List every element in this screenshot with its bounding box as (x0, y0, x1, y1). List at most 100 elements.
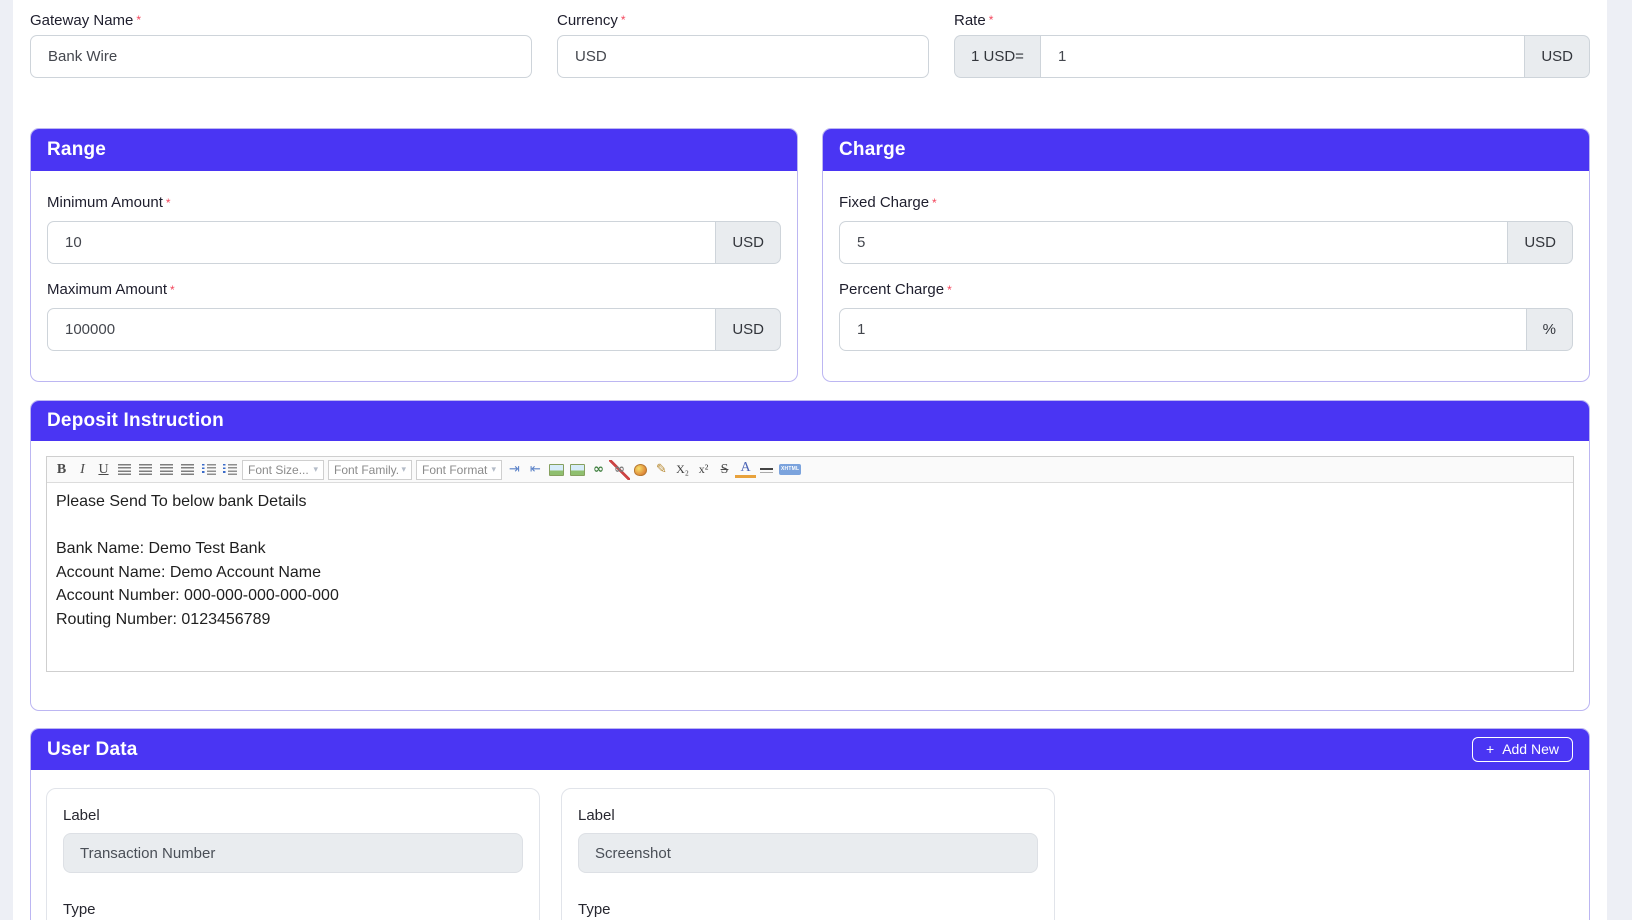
percent-charge-input[interactable] (839, 308, 1527, 351)
fixed-charge-label: Fixed Charge* (839, 193, 1573, 213)
color-palette-icon[interactable] (630, 460, 651, 480)
required-asterisk: * (136, 13, 141, 27)
italic-icon[interactable]: I (72, 460, 93, 480)
rich-text-editor: B I U Font Size... ▾ Font Family.▾ Font F… (46, 456, 1574, 672)
subscript-icon[interactable]: X₂ (672, 460, 693, 480)
percent-charge-group: % (839, 308, 1573, 351)
minimum-amount-group: USD (47, 221, 781, 264)
xhtml-source-icon[interactable]: XHTML (779, 464, 801, 475)
maximum-amount-field: Maximum Amount* USD (47, 280, 781, 351)
percent-charge-suffix: % (1527, 308, 1573, 351)
editor-line: Please Send To below bank Details (56, 490, 1564, 514)
maximum-amount-label: Maximum Amount* (47, 280, 781, 300)
rate-input[interactable] (1040, 35, 1525, 78)
font-size-select[interactable]: Font Size... ▾ (242, 460, 324, 480)
deposit-instruction-card: Deposit Instruction B I U Font Size... ▾ (30, 400, 1590, 711)
user-data-body: Label Type Label Type (31, 770, 1589, 920)
add-new-button[interactable]: + Add New (1472, 737, 1573, 762)
label-text: Currency (557, 12, 618, 29)
remove-format-icon[interactable]: A (735, 462, 756, 478)
required-asterisk: * (166, 196, 171, 210)
underline-icon[interactable]: U (93, 460, 114, 480)
horizontal-rule-icon[interactable] (756, 460, 777, 480)
unlink-icon[interactable]: ∞ (609, 460, 630, 480)
label-text: Gateway Name (30, 12, 133, 29)
editor-line: Bank Name: Demo Test Bank (56, 537, 1564, 561)
label-text: Rate (954, 12, 986, 29)
chevron-down-icon: ▾ (491, 465, 496, 475)
fixed-charge-group: USD (839, 221, 1573, 264)
edit-note-icon[interactable]: ✎ (651, 460, 672, 480)
gateway-top-row: Gateway Name* Currency* Rate* 1 USD= USD (30, 0, 1590, 78)
font-family-select[interactable]: Font Family.▾ (328, 460, 412, 480)
link-icon[interactable]: ∞ (588, 460, 609, 480)
editor-toolbar: B I U Font Size... ▾ Font Family.▾ Font F… (47, 457, 1573, 483)
maximum-amount-group: USD (47, 308, 781, 351)
user-data-entry-card: Label Type (561, 788, 1055, 920)
user-data-header: User Data + Add New (31, 729, 1589, 770)
minimum-amount-suffix: USD (716, 221, 781, 264)
required-asterisk: * (947, 283, 952, 297)
entry-type-caption: Type (63, 901, 523, 919)
entry-type-caption: Type (578, 901, 1038, 919)
range-card-body: Minimum Amount* USD Maximum Amount* USD (31, 171, 797, 381)
label-text: Maximum Amount (47, 281, 167, 298)
chevron-down-icon: ▾ (401, 465, 406, 475)
entry-label-caption: Label (578, 807, 1038, 825)
align-right-icon[interactable] (156, 460, 177, 480)
superscript-icon[interactable]: x² (693, 460, 714, 480)
currency-field: Currency* (557, 12, 929, 78)
minimum-amount-input[interactable] (47, 221, 716, 264)
user-data-title: User Data (47, 739, 138, 761)
select-label: Font Format (422, 463, 487, 477)
fixed-charge-suffix: USD (1508, 221, 1573, 264)
charge-card: Charge Fixed Charge* USD Percent Charge* (822, 128, 1590, 382)
gateway-name-field: Gateway Name* (30, 12, 532, 78)
deposit-instruction-body: B I U Font Size... ▾ Font Family.▾ Font F… (31, 441, 1589, 710)
gateway-name-input[interactable] (30, 35, 532, 78)
ordered-list-icon[interactable] (198, 460, 219, 480)
charge-card-title: Charge (823, 129, 1589, 171)
chevron-down-icon: ▾ (313, 465, 318, 475)
required-asterisk: * (621, 13, 626, 27)
entry-label-caption: Label (63, 807, 523, 825)
content-panel: Gateway Name* Currency* Rate* 1 USD= USD… (13, 0, 1607, 920)
currency-input[interactable] (557, 35, 929, 78)
gateway-name-label: Gateway Name* (30, 12, 532, 29)
maximum-amount-input[interactable] (47, 308, 716, 351)
select-label: Font Size... (248, 463, 309, 477)
rate-label: Rate* (954, 12, 1590, 29)
editor-line: Account Number: 000-000-000-000-000 (56, 584, 1564, 608)
range-card: Range Minimum Amount* USD Maximum Amount… (30, 128, 798, 382)
editor-line: Account Name: Demo Account Name (56, 561, 1564, 585)
align-left-icon[interactable] (114, 460, 135, 480)
editor-content[interactable]: Please Send To below bank Details Bank N… (47, 483, 1573, 671)
indent-icon[interactable]: ⇥ (504, 460, 525, 480)
align-center-icon[interactable] (135, 460, 156, 480)
entry-label-input (63, 833, 523, 873)
range-card-title: Range (31, 129, 797, 171)
maximum-amount-suffix: USD (716, 308, 781, 351)
rate-input-group: 1 USD= USD (954, 35, 1590, 78)
fixed-charge-input[interactable] (839, 221, 1508, 264)
font-format-select[interactable]: Font Format ▾ (416, 460, 502, 480)
charge-card-body: Fixed Charge* USD Percent Charge* % (823, 171, 1589, 381)
unordered-list-icon[interactable] (219, 460, 240, 480)
insert-image-icon[interactable] (567, 460, 588, 480)
bold-icon[interactable]: B (51, 460, 72, 480)
percent-charge-field: Percent Charge* % (839, 280, 1573, 351)
required-asterisk: * (170, 283, 175, 297)
rate-prefix: 1 USD= (954, 35, 1040, 78)
align-justify-icon[interactable] (177, 460, 198, 480)
user-data-card: User Data + Add New Label Type Label Typ… (30, 728, 1590, 920)
add-new-label: Add New (1502, 741, 1559, 757)
required-asterisk: * (932, 196, 937, 210)
minimum-amount-label: Minimum Amount* (47, 193, 781, 213)
percent-charge-label: Percent Charge* (839, 280, 1573, 300)
outdent-icon[interactable]: ⇤ (525, 460, 546, 480)
strikethrough-icon[interactable]: S (714, 460, 735, 480)
edit-image-icon[interactable] (546, 460, 567, 480)
fixed-charge-field: Fixed Charge* USD (839, 193, 1573, 264)
range-charge-row: Range Minimum Amount* USD Maximum Amount… (30, 128, 1590, 382)
deposit-instruction-title: Deposit Instruction (31, 401, 1589, 441)
